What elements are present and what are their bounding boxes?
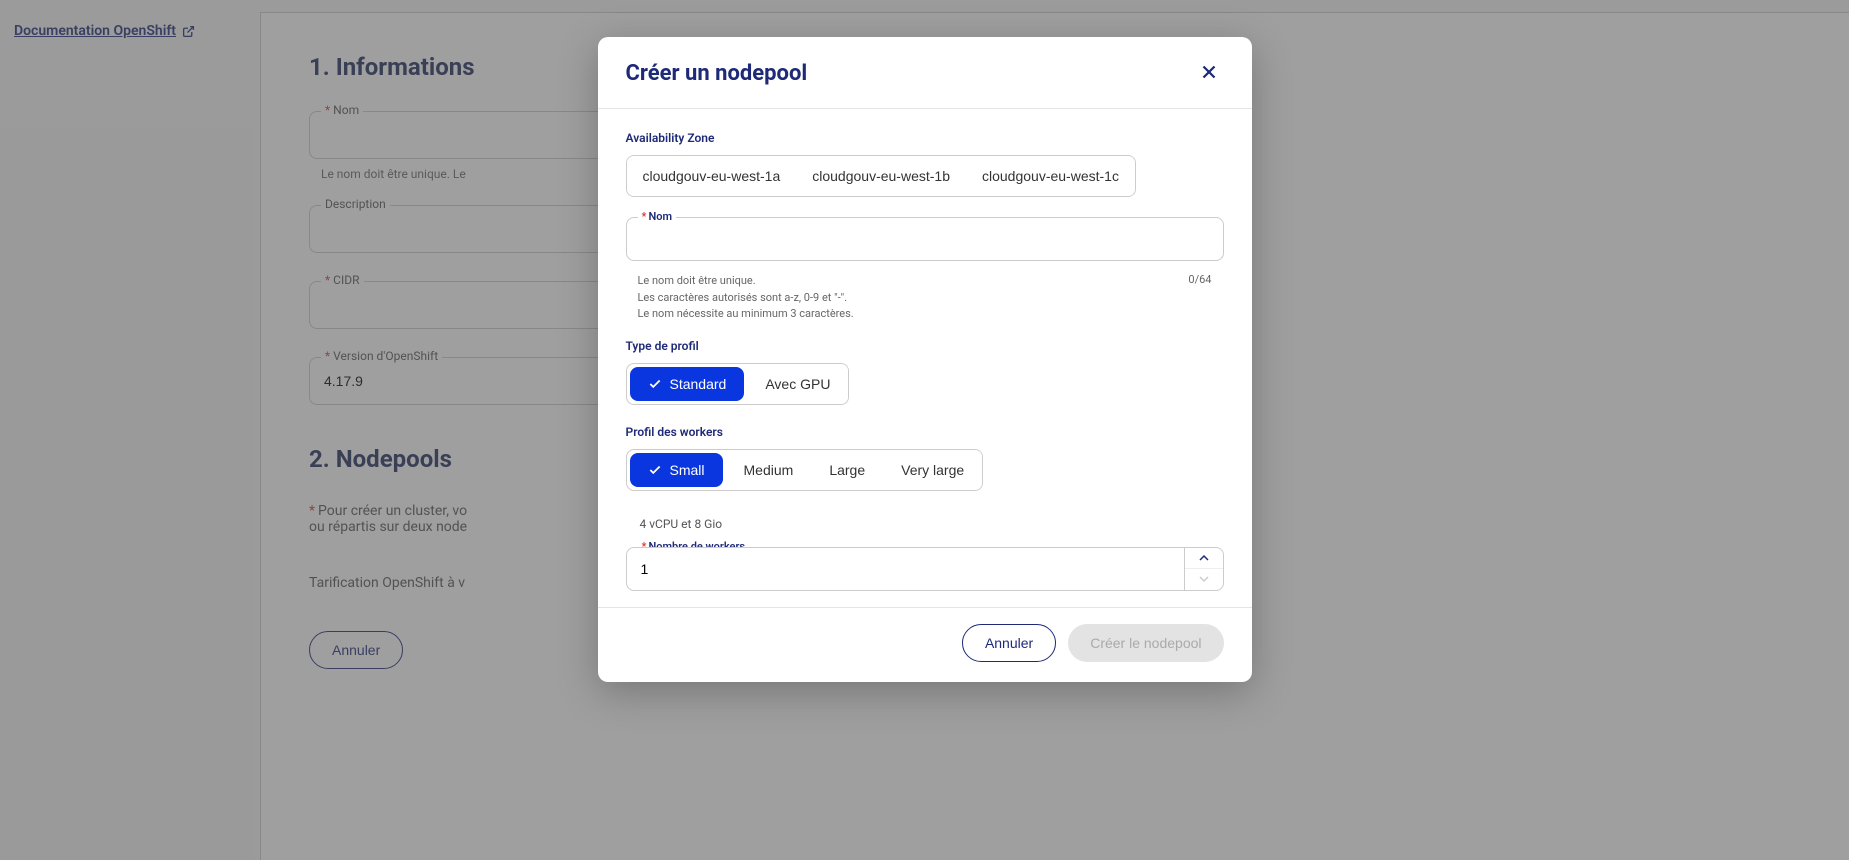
check-icon	[648, 463, 662, 477]
worker-count-increment[interactable]	[1185, 548, 1223, 570]
az-label: Availability Zone	[626, 131, 1224, 145]
worker-profile-hint: 4 vCPU et 8 Gio	[626, 511, 1224, 531]
modal-footer: Annuler Créer le nodepool	[598, 607, 1252, 682]
worker-profile-small[interactable]: Small	[630, 453, 723, 487]
modal-nom-input[interactable]	[626, 217, 1224, 261]
worker-count-steppers	[1184, 547, 1224, 591]
profile-type-gpu[interactable]: Avec GPU	[747, 364, 848, 404]
modal-nom-hint: Le nom doit être unique. Les caractères …	[638, 273, 854, 323]
worker-profile-medium[interactable]: Medium	[726, 450, 812, 490]
az-options: cloudgouv-eu-west-1a cloudgouv-eu-west-1…	[626, 155, 1136, 197]
worker-profile-label: Profil des workers	[626, 425, 1224, 439]
worker-profile-options: Small Medium Large Very large	[626, 449, 984, 491]
modal-title: Créer un nodepool	[626, 61, 808, 86]
nom-char-counter: 0/64	[1188, 273, 1211, 323]
modal-cancel-button[interactable]: Annuler	[962, 624, 1056, 662]
az-option-1a[interactable]: cloudgouv-eu-west-1a	[627, 156, 797, 196]
az-option-1c[interactable]: cloudgouv-eu-west-1c	[966, 156, 1135, 196]
modal-nom-field: *Nom	[626, 217, 1224, 261]
chevron-down-icon	[1198, 575, 1210, 583]
modal-body: Availability Zone cloudgouv-eu-west-1a c…	[598, 109, 1252, 607]
modal-header: Créer un nodepool	[598, 37, 1252, 109]
profile-type-standard[interactable]: Standard	[630, 367, 745, 401]
check-icon	[648, 377, 662, 391]
create-nodepool-button[interactable]: Créer le nodepool	[1068, 624, 1223, 662]
chevron-up-icon	[1198, 554, 1210, 562]
worker-count-input[interactable]	[626, 547, 1184, 591]
worker-count-decrement[interactable]	[1185, 569, 1223, 590]
profile-type-options: Standard Avec GPU	[626, 363, 850, 405]
worker-count-field: *Nombre de workers	[626, 547, 1224, 591]
worker-profile-large[interactable]: Large	[811, 450, 883, 490]
create-nodepool-modal: Créer un nodepool Availability Zone clou…	[598, 37, 1252, 682]
az-option-1b[interactable]: cloudgouv-eu-west-1b	[796, 156, 966, 196]
worker-profile-very-large[interactable]: Very large	[883, 450, 982, 490]
modal-nom-hint-row: Le nom doit être unique. Les caractères …	[626, 267, 1224, 323]
modal-close-button[interactable]	[1194, 57, 1224, 90]
profile-type-label: Type de profil	[626, 339, 1224, 353]
close-icon	[1198, 61, 1220, 83]
